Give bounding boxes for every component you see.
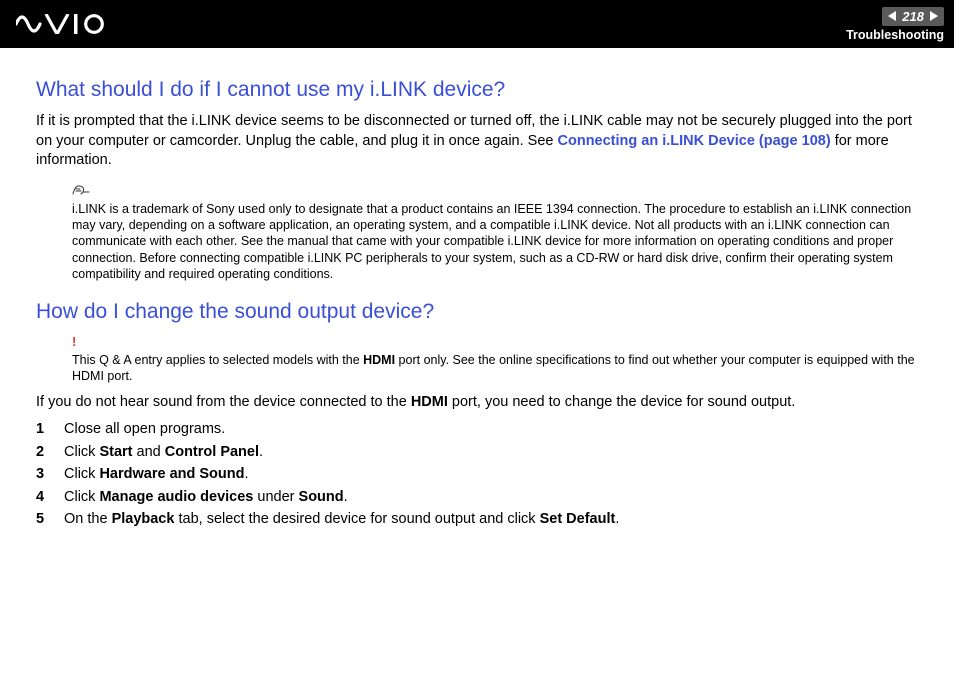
step-num: 1 [36,418,64,440]
step-item: 4 Click Manage audio devices under Sound… [36,486,918,508]
prev-page-icon[interactable] [888,11,896,21]
step-num: 4 [36,486,64,508]
step-text: Close all open programs. [64,418,225,440]
step-item: 3 Click Hardware and Sound. [36,463,918,485]
q2-body-pre: If you do not hear sound from the device… [36,394,411,410]
ilink-device-link[interactable]: Connecting an i.LINK Device (page 108) [558,133,831,149]
warning-icon: ! [72,334,918,351]
step-text: Click Start and Control Panel. [64,441,263,463]
section-label: Troubleshooting [846,28,944,42]
note-block: i.LINK is a trademark of Sony used only … [72,183,918,283]
note-text: i.LINK is a trademark of Sony used only … [72,202,911,281]
header-bar: 218 Troubleshooting [0,0,954,48]
warning-block: ! This Q & A entry applies to selected m… [72,334,918,384]
vaio-logo [16,14,108,34]
step-num: 5 [36,508,64,530]
step-num: 2 [36,441,64,463]
warn-bold: HDMI [363,353,395,367]
step-text: Click Manage audio devices under Sound. [64,486,348,508]
question-2-body: If you do not hear sound from the device… [36,393,918,413]
header-right: 218 Troubleshooting [846,7,944,42]
step-text: Click Hardware and Sound. [64,463,249,485]
q2-body-post: port, you need to change the device for … [448,394,795,410]
step-item: 5 On the Playback tab, select the desire… [36,508,918,530]
warn-pre: This Q & A entry applies to selected mod… [72,353,363,367]
step-num: 3 [36,463,64,485]
steps-list: 1 Close all open programs. 2 Click Start… [36,418,918,530]
question-2-title: How do I change the sound output device? [36,300,918,324]
question-1-body: If it is prompted that the i.LINK device… [36,112,918,171]
step-text: On the Playback tab, select the desired … [64,508,619,530]
vaio-logo-icon [16,14,108,34]
step-item: 2 Click Start and Control Panel. [36,441,918,463]
page-number: 218 [902,9,924,24]
q2-body-bold: HDMI [411,394,448,410]
step-item: 1 Close all open programs. [36,418,918,440]
page-number-box[interactable]: 218 [882,7,944,26]
content-area: What should I do if I cannot use my i.LI… [0,48,954,530]
note-icon [72,183,918,199]
question-1-title: What should I do if I cannot use my i.LI… [36,78,918,102]
next-page-icon[interactable] [930,11,938,21]
